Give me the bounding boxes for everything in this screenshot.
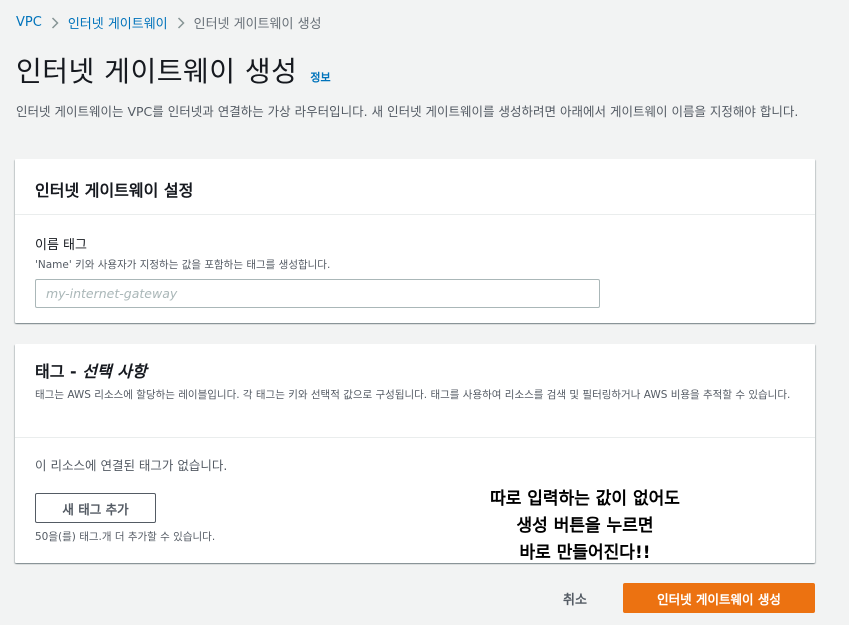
name-tag-label: 이름 태그 bbox=[35, 238, 87, 253]
internet-gateway-settings-card: 인터넷 게이트웨이 설정 이름 태그 'Name' 키와 사용자가 지정하는 값… bbox=[15, 159, 815, 323]
tags-card-title: 태그 - 선택 사항 bbox=[35, 358, 795, 382]
breadcrumb: VPC 인터넷 게이트웨이 인터넷 게이트웨이 생성 bbox=[16, 13, 322, 32]
settings-card-header: 인터넷 게이트웨이 설정 bbox=[15, 159, 815, 215]
breadcrumb-item-vpc[interactable]: VPC bbox=[16, 15, 42, 30]
tags-card-description: 태그는 AWS 리소스에 할당하는 레이블입니다. 각 태그는 키와 선택적 값… bbox=[35, 389, 791, 401]
page-title: 인터넷 게이트웨이 생성 bbox=[16, 55, 298, 88]
annotation-text: 따로 입력하는 값이 없어도 생성 버튼을 누르면 바로 만들어진다!! bbox=[455, 486, 715, 567]
annotation-line: 따로 입력하는 값이 없어도 bbox=[490, 489, 680, 509]
chevron-right-icon bbox=[42, 15, 68, 31]
add-tag-button[interactable]: 새 태그 추가 bbox=[35, 493, 156, 523]
chevron-right-icon bbox=[168, 15, 194, 31]
tags-empty-message: 이 리소스에 연결된 태그가 없습니다. bbox=[35, 458, 228, 473]
tags-card-title-main: 태그 - bbox=[35, 362, 83, 381]
annotation-line: 생성 버튼을 누르면 bbox=[516, 516, 654, 536]
info-link[interactable]: 정보 bbox=[310, 69, 330, 85]
name-tag-field: 이름 태그 'Name' 키와 사용자가 지정하는 값을 포함하는 태그를 생성… bbox=[35, 234, 600, 308]
tags-limit-text: 50을(를) 태그.개 더 추가할 수 있습니다. bbox=[35, 531, 216, 543]
annotation-line: 바로 만들어진다!! bbox=[519, 543, 651, 563]
tags-card-header: 태그 - 선택 사항 태그는 AWS 리소스에 할당하는 레이블입니다. 각 태… bbox=[15, 344, 815, 438]
cancel-button[interactable]: 취소 bbox=[563, 589, 587, 608]
name-tag-input[interactable] bbox=[35, 279, 600, 308]
create-internet-gateway-button[interactable]: 인터넷 게이트웨이 생성 bbox=[623, 583, 815, 613]
breadcrumb-item-internet-gateways[interactable]: 인터넷 게이트웨이 bbox=[68, 13, 168, 32]
tags-card-title-optional: 선택 사항 bbox=[82, 362, 147, 381]
page-header: 인터넷 게이트웨이 생성 정보 bbox=[16, 50, 331, 90]
page-description: 인터넷 게이트웨이는 VPC를 인터넷과 연결하는 가상 라우터입니다. 새 인… bbox=[16, 104, 799, 119]
breadcrumb-item-current: 인터넷 게이트웨이 생성 bbox=[193, 17, 322, 32]
name-tag-description: 'Name' 키와 사용자가 지정하는 값을 포함하는 태그를 생성합니다. bbox=[35, 259, 331, 271]
settings-card-title: 인터넷 게이트웨이 설정 bbox=[35, 181, 194, 200]
